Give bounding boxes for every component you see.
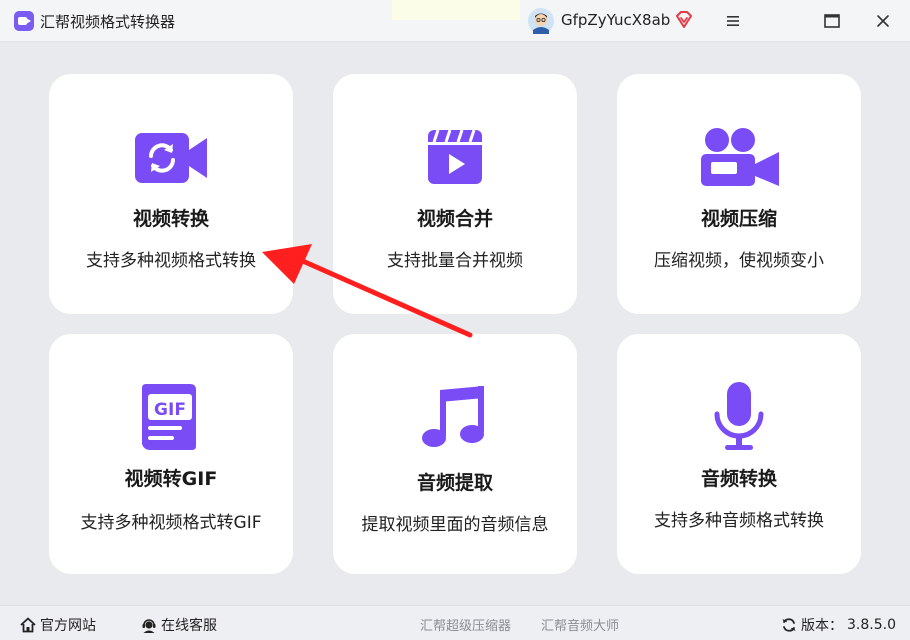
version-number: 3.8.5.0: [847, 617, 896, 633]
card-video-convert[interactable]: 视频转换 支持多种视频格式转换: [49, 74, 293, 314]
refresh-icon: [782, 618, 796, 632]
svg-text:GIF: GIF: [154, 400, 186, 420]
card-audio-extract[interactable]: 音频提取 提取视频里面的音频信息: [333, 334, 577, 574]
card-video-to-gif[interactable]: GIF 视频转GIF 支持多种视频格式转GIF: [49, 334, 293, 574]
card-title: 视频合并: [416, 208, 493, 230]
music-note-icon: [422, 386, 484, 447]
online-support-label: 在线客服: [161, 618, 217, 634]
card-video-compress[interactable]: 视频压缩 压缩视频，使视频变小: [617, 74, 861, 314]
video-merge-icon: [428, 129, 482, 184]
app-title: 汇帮视频格式转换器: [40, 13, 176, 31]
card-video-merge[interactable]: 视频合并 支持批量合并视频: [333, 74, 577, 314]
close-icon[interactable]: [872, 10, 894, 32]
version-label: 版本：: [801, 618, 843, 634]
card-title: 音频转换: [700, 468, 777, 490]
avatar[interactable]: [528, 8, 554, 34]
card-description: 支持多种视频格式转GIF: [80, 513, 262, 533]
official-website-label: 官方网站: [40, 618, 96, 634]
footer-bar: 官方网站 在线客服 汇帮超级压缩器 汇帮音频大师 版本： 3.8.5.0: [0, 605, 910, 640]
audio-master-link[interactable]: 汇帮音频大师: [541, 615, 619, 634]
official-website-link[interactable]: 官方网站: [20, 615, 96, 635]
online-support-link[interactable]: 在线客服: [141, 615, 217, 635]
diamond-vip-icon[interactable]: [674, 10, 694, 30]
version-info[interactable]: 版本： 3.8.5.0: [781, 615, 896, 635]
customer-service-icon: [142, 619, 156, 633]
home-icon: [20, 617, 36, 633]
video-convert-icon: [135, 133, 207, 183]
card-description: 压缩视频，使视频变小: [654, 251, 824, 271]
card-description: 提取视频里面的音频信息: [361, 515, 549, 535]
title-bar: 汇帮视频格式转换器 GfpZyYucX8ab: [0, 0, 910, 42]
super-compressor-link[interactable]: 汇帮超级压缩器: [420, 615, 511, 634]
card-title: 音频提取: [416, 472, 493, 494]
hamburger-menu-icon[interactable]: [722, 10, 744, 32]
top-hint-strip: [392, 0, 520, 20]
username[interactable]: GfpZyYucX8ab: [561, 11, 670, 29]
maximize-icon[interactable]: [822, 11, 842, 31]
card-description: 支持多种视频格式转换: [86, 251, 256, 271]
gif-file-icon: GIF: [142, 384, 196, 450]
app-logo-icon: [14, 11, 34, 31]
video-compress-icon: [701, 128, 779, 186]
card-title: 视频转换: [132, 208, 209, 230]
microphone-icon: [714, 382, 764, 450]
card-title: 视频转GIF: [124, 468, 218, 490]
card-description: 支持批量合并视频: [387, 251, 523, 271]
card-audio-convert[interactable]: 音频转换 支持多种音频格式转换: [617, 334, 861, 574]
card-title: 视频压缩: [700, 208, 777, 230]
card-description: 支持多种音频格式转换: [654, 511, 824, 531]
